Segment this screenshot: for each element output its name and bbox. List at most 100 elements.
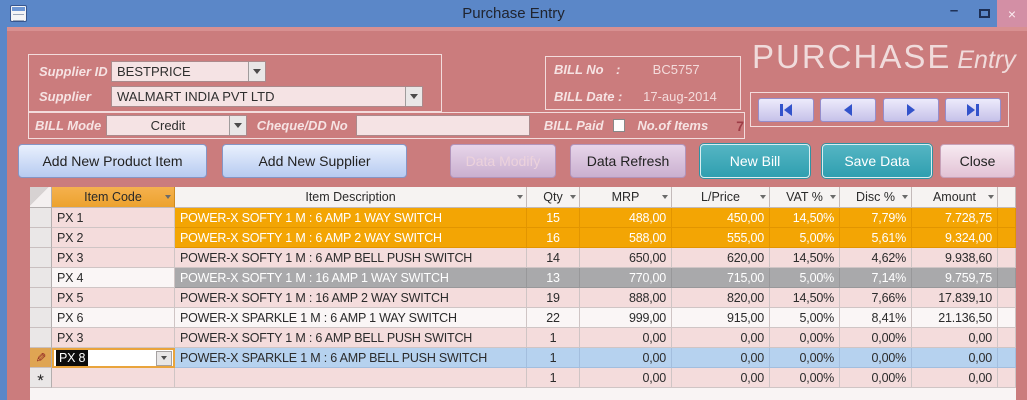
filter-arrow-icon[interactable] — [830, 195, 836, 199]
cell-qty[interactable]: 14 — [527, 248, 580, 268]
cell-disc[interactable]: 7,79% — [840, 208, 912, 228]
column-header-disc[interactable]: Disc % — [840, 187, 912, 208]
column-header-vat[interactable]: VAT % — [770, 187, 840, 208]
chevron-down-icon[interactable] — [248, 62, 265, 81]
cell-item-code[interactable]: PX 5 — [52, 288, 175, 308]
cell-mrp[interactable]: 770,00 — [580, 268, 672, 288]
cell-item-description[interactable]: POWER-X SOFTY 1 M : 6 AMP 1 WAY SWITCH — [175, 208, 527, 228]
cell-item-description[interactable]: POWER-X SPARKLE 1 M : 6 AMP BELL PUSH SW… — [175, 348, 527, 368]
cell-mrp[interactable]: 999,00 — [580, 308, 672, 328]
cell-vat[interactable]: 5,00% — [770, 228, 840, 248]
cell-disc[interactable]: 0,00% — [840, 368, 912, 388]
cell-item-description[interactable]: POWER-X SOFTY 1 M : 6 AMP 2 WAY SWITCH — [175, 228, 527, 248]
chevron-down-icon[interactable] — [228, 116, 246, 135]
cell-l-price[interactable]: 820,00 — [672, 288, 770, 308]
cell-disc[interactable]: 7,14% — [840, 268, 912, 288]
add-new-product-item-button[interactable]: Add New Product Item — [18, 144, 207, 178]
cell-item-description[interactable]: POWER-X SPARKLE 1 M : 6 AMP 1 WAY SWITCH — [175, 308, 527, 328]
filter-arrow-icon[interactable] — [165, 195, 171, 199]
cell-qty[interactable]: 1 — [527, 348, 580, 368]
filter-arrow-icon[interactable] — [570, 195, 576, 199]
cell-qty[interactable]: 13 — [527, 268, 580, 288]
cell-vat[interactable]: 14,50% — [770, 248, 840, 268]
cell-l-price[interactable]: 715,00 — [672, 268, 770, 288]
row-selector[interactable] — [30, 308, 52, 328]
cell-qty[interactable]: 19 — [527, 288, 580, 308]
cell-mrp[interactable]: 650,00 — [580, 248, 672, 268]
cell-mrp[interactable]: 888,00 — [580, 288, 672, 308]
cell-amount[interactable]: 0,00 — [912, 368, 998, 388]
cell-mrp[interactable]: 0,00 — [580, 348, 672, 368]
cell-l-price[interactable]: 620,00 — [672, 248, 770, 268]
cell-qty[interactable]: 16 — [527, 228, 580, 248]
cell-vat[interactable]: 0,00% — [770, 348, 840, 368]
cell-item-description[interactable]: POWER-X SOFTY 1 M : 6 AMP BELL PUSH SWIT… — [175, 328, 527, 348]
cell-amount[interactable]: 9.759,75 — [912, 268, 998, 288]
cell-disc[interactable]: 5,61% — [840, 228, 912, 248]
cell-vat[interactable]: 5,00% — [770, 268, 840, 288]
add-new-supplier-button[interactable]: Add New Supplier — [222, 144, 407, 178]
cell-item-code[interactable]: PX 6 — [52, 308, 175, 328]
column-header-item-code[interactable]: Item Code — [52, 187, 175, 208]
cell-qty[interactable]: 1 — [527, 328, 580, 348]
cell-item-code[interactable]: PX 4 — [52, 268, 175, 288]
cell-amount[interactable]: 0,00 — [912, 328, 998, 348]
minimize-button[interactable]: – — [941, 0, 967, 27]
cell-amount[interactable]: 17.839,10 — [912, 288, 998, 308]
cell-item-code[interactable]: PX 3 — [52, 328, 175, 348]
bill-paid-checkbox[interactable] — [612, 119, 626, 132]
cell-item-description[interactable]: POWER-X SOFTY 1 M : 16 AMP 2 WAY SWITCH — [175, 288, 527, 308]
cell-amount[interactable]: 0,00 — [912, 348, 998, 368]
cell-amount[interactable]: 9.938,60 — [912, 248, 998, 268]
maximize-button[interactable] — [971, 0, 997, 27]
row-selector[interactable] — [30, 288, 52, 308]
supplier-combo[interactable]: WALMART INDIA PVT LTD — [111, 86, 423, 107]
column-header-l-price[interactable]: L/Price — [672, 187, 770, 208]
row-selector[interactable] — [30, 208, 52, 228]
first-record-button[interactable] — [758, 97, 814, 122]
filter-arrow-icon[interactable] — [662, 195, 668, 199]
cheque-dd-input[interactable] — [355, 115, 530, 136]
cell-mrp[interactable]: 0,00 — [580, 368, 672, 388]
cell-qty[interactable]: 22 — [527, 308, 580, 328]
cell-qty[interactable]: 1 — [527, 368, 580, 388]
cell-amount[interactable]: 7.728,75 — [912, 208, 998, 228]
row-selector[interactable] — [30, 328, 52, 348]
select-all-corner[interactable] — [30, 187, 52, 208]
supplier-id-combo[interactable]: BESTPRICE — [111, 61, 266, 82]
cell-mrp[interactable]: 0,00 — [580, 328, 672, 348]
column-header-amount[interactable]: Amount — [912, 187, 998, 208]
cell-disc[interactable]: 0,00% — [840, 328, 912, 348]
cell-amount[interactable]: 21.136,50 — [912, 308, 998, 328]
cell-item-code[interactable]: PX 3 — [52, 248, 175, 268]
cell-item-description[interactable]: POWER-X SOFTY 1 M : 6 AMP BELL PUSH SWIT… — [175, 248, 527, 268]
cell-l-price[interactable]: 915,00 — [672, 308, 770, 328]
next-record-button[interactable] — [882, 97, 939, 122]
bill-mode-combo[interactable]: Credit — [106, 115, 247, 136]
filter-arrow-icon[interactable] — [760, 195, 766, 199]
cell-mrp[interactable]: 488,00 — [580, 208, 672, 228]
cell-item-code[interactable] — [52, 368, 175, 388]
column-header-qty[interactable]: Qty — [527, 187, 580, 208]
close-window-button[interactable]: × — [997, 0, 1027, 27]
row-selector[interactable] — [30, 228, 52, 248]
data-refresh-button[interactable]: Data Refresh — [570, 144, 686, 178]
cell-vat[interactable]: 14,50% — [770, 208, 840, 228]
cell-disc[interactable]: 0,00% — [840, 348, 912, 368]
cell-l-price[interactable]: 555,00 — [672, 228, 770, 248]
chevron-down-icon[interactable] — [156, 350, 172, 366]
cell-item-description[interactable]: POWER-X SOFTY 1 M : 16 AMP 1 WAY SWITCH — [175, 268, 527, 288]
last-record-button[interactable] — [944, 97, 1001, 122]
column-header-item-description[interactable]: Item Description — [175, 187, 527, 208]
cell-l-price[interactable]: 0,00 — [672, 328, 770, 348]
cell-item-description[interactable] — [175, 368, 527, 388]
previous-record-button[interactable] — [820, 97, 877, 122]
cell-amount[interactable]: 9.324,00 — [912, 228, 998, 248]
chevron-down-icon[interactable] — [405, 87, 422, 106]
close-button[interactable]: Close — [940, 144, 1015, 178]
cell-qty[interactable]: 15 — [527, 208, 580, 228]
filter-arrow-icon[interactable] — [517, 195, 523, 199]
item-code-editor[interactable]: PX 8 — [52, 348, 175, 368]
cell-mrp[interactable]: 588,00 — [580, 228, 672, 248]
save-data-button[interactable]: Save Data — [822, 144, 932, 178]
